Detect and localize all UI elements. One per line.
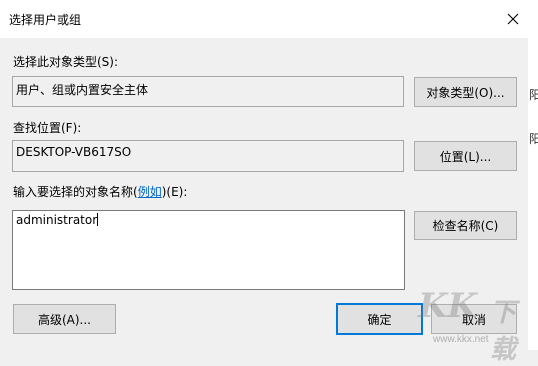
object-type-field: 用户、组或内置安全主体 bbox=[12, 76, 404, 107]
location-field: DESKTOP-VB617SO bbox=[12, 140, 404, 172]
enter-names-label-before: 输入要选择的对象名称( bbox=[13, 185, 138, 199]
enter-names-label: 输入要选择的对象名称(例如)(E): bbox=[13, 183, 187, 200]
object-names-textarea[interactable]: administrator bbox=[12, 210, 405, 290]
text-caret bbox=[97, 213, 99, 226]
check-names-button[interactable]: 检查名称(C) bbox=[414, 211, 517, 240]
object-type-label: 选择此对象类型(S): bbox=[13, 55, 119, 69]
watermark-url: www.kkx.net bbox=[433, 334, 489, 345]
title-bar[interactable]: 选择用户或组 bbox=[0, 0, 528, 38]
watermark-suffix: 下载 bbox=[490, 298, 517, 365]
location-label: 查找位置(F): bbox=[13, 121, 82, 135]
examples-link[interactable]: 例如 bbox=[138, 185, 162, 199]
ok-button[interactable]: 确定 bbox=[336, 303, 423, 335]
dialog-title: 选择用户或组 bbox=[9, 13, 82, 27]
object-names-value: administrator bbox=[16, 213, 98, 227]
enter-names-label-after: )(E): bbox=[161, 185, 188, 199]
watermark-logo: KK bbox=[418, 286, 478, 326]
advanced-button[interactable]: 高级(A)... bbox=[13, 304, 116, 334]
close-icon bbox=[507, 13, 519, 25]
object-type-value: 用户、组或内置安全主体 bbox=[16, 83, 149, 97]
object-types-button[interactable]: 对象类型(O)... bbox=[414, 77, 517, 107]
close-button[interactable] bbox=[498, 0, 528, 38]
locations-button[interactable]: 位置(L)... bbox=[414, 141, 517, 171]
location-value: DESKTOP-VB617SO bbox=[16, 145, 132, 159]
background-partial-text-2: 阳 bbox=[529, 132, 538, 146]
background-partial-text-1: 阳 bbox=[529, 88, 538, 102]
